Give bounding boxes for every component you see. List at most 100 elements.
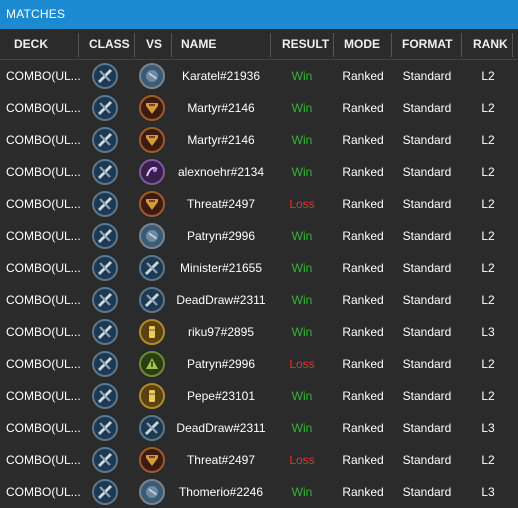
format-cell: Standard <box>402 229 452 243</box>
rogue-class-icon <box>92 319 118 345</box>
rank-cell: L2 <box>481 69 495 83</box>
rogue-class-icon <box>92 383 118 409</box>
table-header: DECK CLASS VS NAME RESULT MODE FORMAT RA… <box>0 29 518 60</box>
rogue-class-icon <box>92 351 118 377</box>
column-header-rank[interactable]: RANK <box>473 29 508 60</box>
opponent-name-cell: Threat#2497 <box>186 453 256 467</box>
table-row[interactable]: COMBO(UL... Martyr#2146 Win Ranked Standard L… <box>0 124 518 156</box>
rogue-class-icon <box>92 415 118 441</box>
table-row[interactable]: COMBO(UL... DeadDraw#2311 Win Ranked Standar… <box>0 284 518 316</box>
column-divider[interactable] <box>78 33 79 57</box>
column-header-name[interactable]: NAME <box>181 29 216 60</box>
opponent-name-cell: Martyr#2146 <box>187 101 255 115</box>
opponent-name-cell: Karatel#21936 <box>181 69 261 83</box>
opponent-name-cell: Martyr#2146 <box>187 133 255 147</box>
mode-cell: Ranked <box>342 69 384 83</box>
rogue-class-icon <box>139 255 165 281</box>
warrior-class-icon <box>139 447 165 473</box>
column-divider[interactable] <box>134 33 135 57</box>
table-row[interactable]: COMBO(UL... Patryn#2996 Loss Ranked Standard… <box>0 348 518 380</box>
window-title: MATCHES <box>6 7 66 21</box>
column-divider[interactable] <box>391 33 392 57</box>
rank-cell: L2 <box>481 293 495 307</box>
result-cell: Loss <box>289 197 315 211</box>
shaman-class-icon <box>139 479 165 505</box>
result-cell: Win <box>291 421 313 435</box>
mode-cell: Ranked <box>342 197 384 211</box>
paladin-class-icon <box>139 383 165 409</box>
opponent-name-cell: alexnoehr#2134 <box>177 165 265 179</box>
table-row[interactable]: COMBO(UL... Karatel#21936 Win Ranked Standar… <box>0 60 518 92</box>
deck-cell: COMBO(UL... <box>6 453 81 467</box>
rogue-class-icon <box>92 447 118 473</box>
result-cell: Win <box>291 69 313 83</box>
format-cell: Standard <box>402 389 452 403</box>
column-header-result[interactable]: RESULT <box>282 29 329 60</box>
rank-cell: L3 <box>481 421 495 435</box>
paladin-class-icon <box>139 319 165 345</box>
rank-cell: L2 <box>481 389 495 403</box>
column-header-deck[interactable]: DECK <box>14 29 48 60</box>
result-cell: Win <box>291 389 313 403</box>
format-cell: Standard <box>402 197 452 211</box>
deck-cell: COMBO(UL... <box>6 485 81 499</box>
table-row[interactable]: COMBO(UL... Pepe#23101 Win Ranked Standard L2 <box>0 380 518 412</box>
opponent-name-cell: Threat#2497 <box>186 197 256 211</box>
rogue-class-icon <box>92 95 118 121</box>
format-cell: Standard <box>402 485 452 499</box>
table-row[interactable]: COMBO(UL... alexnoehr#2134 Win Ranked Standa… <box>0 156 518 188</box>
result-cell: Loss <box>289 357 315 371</box>
result-cell: Win <box>291 293 313 307</box>
deck-cell: COMBO(UL... <box>6 165 81 179</box>
format-cell: Standard <box>402 293 452 307</box>
rogue-class-icon <box>92 63 118 89</box>
table-row[interactable]: COMBO(UL... Thomerio#2246 Win Ranked Standar… <box>0 476 518 508</box>
column-divider[interactable] <box>171 33 172 57</box>
table-row[interactable]: COMBO(UL... Patryn#2996 Win Ranked Standard L… <box>0 220 518 252</box>
rank-cell: L2 <box>481 229 495 243</box>
rank-cell: L3 <box>481 325 495 339</box>
rogue-class-icon <box>92 159 118 185</box>
window-title-bar: MATCHES <box>0 0 518 29</box>
format-cell: Standard <box>402 325 452 339</box>
rogue-class-icon <box>92 223 118 249</box>
warrior-class-icon <box>139 127 165 153</box>
opponent-name-cell: DeadDraw#2311 <box>176 293 266 307</box>
column-divider[interactable] <box>270 33 271 57</box>
column-divider[interactable] <box>461 33 462 57</box>
mode-cell: Ranked <box>342 325 384 339</box>
table-row[interactable]: COMBO(UL... riku97#2895 Win Ranked Standard L… <box>0 316 518 348</box>
rogue-class-icon <box>92 479 118 505</box>
deck-cell: COMBO(UL... <box>6 293 81 307</box>
opponent-name-cell: Pepe#23101 <box>186 389 256 403</box>
rogue-class-icon <box>92 287 118 313</box>
deck-cell: COMBO(UL... <box>6 229 81 243</box>
table-row[interactable]: COMBO(UL... Minister#21655 Win Ranked Standa… <box>0 252 518 284</box>
warrior-class-icon <box>139 191 165 217</box>
format-cell: Standard <box>402 165 452 179</box>
result-cell: Loss <box>289 453 315 467</box>
column-header-mode[interactable]: MODE <box>344 29 380 60</box>
format-cell: Standard <box>402 69 452 83</box>
table-row[interactable]: COMBO(UL... Threat#2497 Loss Ranked Standard… <box>0 188 518 220</box>
table-row[interactable]: COMBO(UL... Martyr#2146 Win Ranked Standard L… <box>0 92 518 124</box>
column-header-class[interactable]: CLASS <box>89 29 130 60</box>
opponent-name-cell: Minister#21655 <box>179 261 263 275</box>
format-cell: Standard <box>402 133 452 147</box>
format-cell: Standard <box>402 421 452 435</box>
table-row[interactable]: COMBO(UL... DeadDraw#2311 Win Ranked Standar… <box>0 412 518 444</box>
deck-cell: COMBO(UL... <box>6 325 81 339</box>
column-divider[interactable] <box>333 33 334 57</box>
rank-cell: L2 <box>481 357 495 371</box>
deck-cell: COMBO(UL... <box>6 261 81 275</box>
mode-cell: Ranked <box>342 453 384 467</box>
table-row[interactable]: COMBO(UL... Threat#2497 Loss Ranked Standard… <box>0 444 518 476</box>
warrior-class-icon <box>139 95 165 121</box>
result-cell: Win <box>291 325 313 339</box>
result-cell: Win <box>291 229 313 243</box>
column-header-vs[interactable]: VS <box>146 29 162 60</box>
mode-cell: Ranked <box>342 357 384 371</box>
opponent-name-cell: Patryn#2996 <box>186 357 256 371</box>
rank-cell: L2 <box>481 133 495 147</box>
column-header-format[interactable]: FORMAT <box>402 29 452 60</box>
